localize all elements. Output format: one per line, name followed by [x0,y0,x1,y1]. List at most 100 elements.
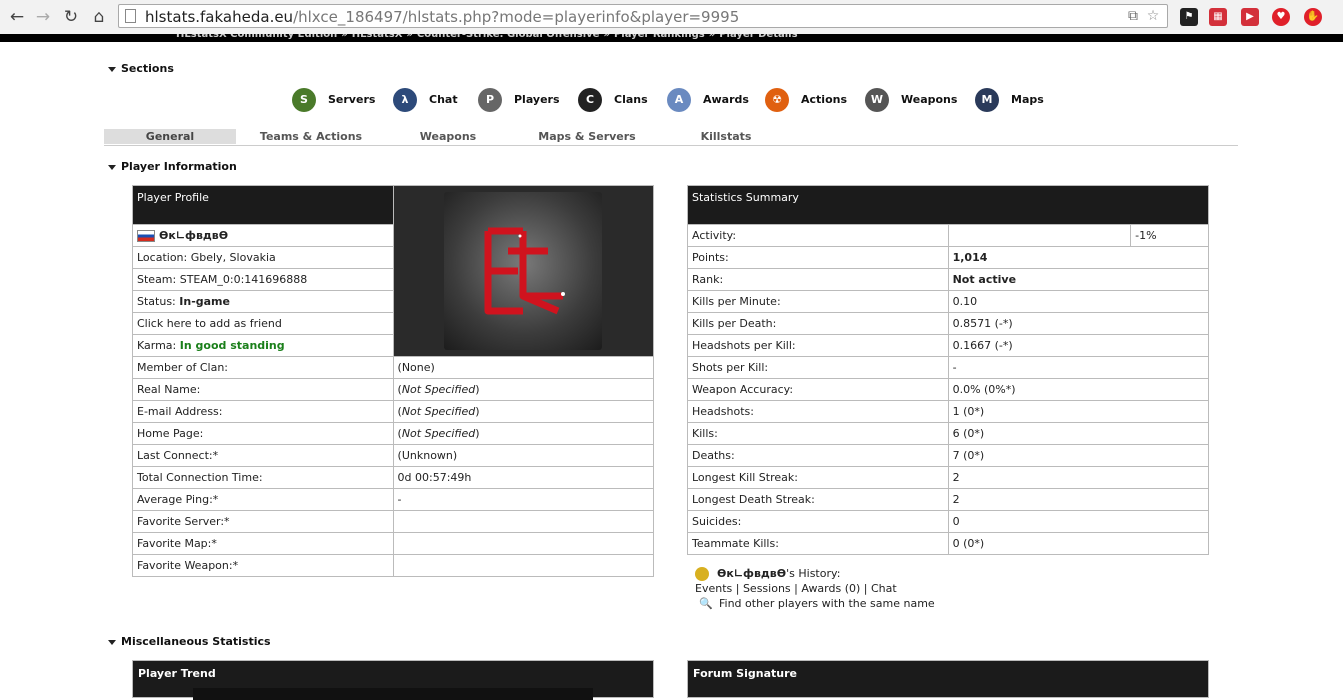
misc-stats-heading[interactable]: Miscellaneous Statistics [108,635,271,648]
summary-row-label: Longest Death Streak: [687,488,949,511]
player-trend-graph [193,688,593,700]
summary-row-value: - [947,356,1210,379]
breadcrumb-item[interactable]: HLstatsX [352,34,403,40]
history-link-events[interactable]: Events [695,582,732,595]
reload-icon[interactable]: ↻ [60,6,82,28]
nav-label: Clans [614,93,648,106]
profile-row-value: - [392,488,655,511]
summary-row-value: Not active [947,268,1210,291]
summary-row-label: Weapon Accuracy: [687,378,949,401]
table-row: Longest Death Streak: 2 [687,488,1210,511]
profile-row-label: Average Ping:* [132,488,394,511]
home-icon[interactable]: ⌂ [88,6,110,28]
extension-off-icon[interactable]: ⚑ [1180,8,1198,26]
table-row: Deaths: 7 (0*) [687,444,1210,467]
history-link-chat[interactable]: Chat [871,582,897,595]
bookmark-star-icon[interactable]: ☆ [1145,8,1161,24]
translate-icon[interactable]: ⧉ [1125,8,1141,24]
tab-maps-servers[interactable]: Maps & Servers [510,129,664,144]
find-other-players-link[interactable]: Find other players with the same name [719,597,935,610]
summary-row-value: 0.0% (0%*) [947,378,1210,401]
tab-weapons[interactable]: Weapons [386,129,510,144]
table-row: Kills per Minute: 0.10 [687,290,1210,313]
table-row: Headshots per Kill: 0.1667 (-*) [687,334,1210,357]
players-icon: P [478,88,502,112]
profile-header: Player Profile [132,185,394,225]
sections-heading[interactable]: Sections [108,62,174,75]
nav-label: Players [514,93,560,106]
summary-row-value: 0 [947,510,1210,533]
page-icon [125,9,136,23]
breadcrumb-item[interactable]: Player Details [719,34,797,40]
collapse-triangle-icon [108,66,116,72]
profile-row-label: Favorite Weapon:* [132,554,394,577]
summary-row-label: Longest Kill Streak: [687,466,949,489]
player-name: Ѳк∟фвдвѲ [132,224,394,247]
nav-label: Maps [1011,93,1044,106]
chat-icon: λ [393,88,417,112]
tab-general[interactable]: General [104,129,236,144]
activity-bar [947,224,1132,247]
nav-label: Servers [328,93,376,106]
table-row: Average Ping:* - [132,488,655,511]
weapons-icon: W [865,88,889,112]
table-row: Last Connect:* (Unknown) [132,444,655,467]
summary-row-value: 7 (0*) [947,444,1210,467]
summary-header: Statistics Summary [687,185,1209,225]
awards-icon: A [667,88,691,112]
breadcrumb-separator: » [341,34,348,40]
breadcrumb: HLstatsX Community Edition» HLstatsX» Coun… [0,34,1343,42]
add-friend-link[interactable]: Click here to add as friend [132,312,394,335]
forward-icon[interactable]: → [32,6,54,28]
servers-icon: S [292,88,316,112]
summary-row-value: 2 [947,466,1210,489]
history-link-sessions[interactable]: Sessions [743,582,791,595]
nav-label: Awards [703,93,749,106]
table-row: Real Name: (Not Specified) [132,378,655,401]
extension-hand-icon[interactable]: ✋ [1304,8,1322,26]
player-trend-panel: Player Trend [132,660,654,700]
back-icon[interactable]: ← [6,6,28,28]
profile-row-label: Last Connect:* [132,444,394,467]
summary-row-label: Suicides: [687,510,949,533]
summary-row-label: Deaths: [687,444,949,467]
address-bar[interactable]: hlstats.fakaheda.eu/hlxce_186497/hlstats… [118,4,1168,28]
summary-row-value: 0 (0*) [947,532,1210,555]
table-row: Suicides: 0 [687,510,1210,533]
table-row: Favorite Weapon:* [132,554,655,577]
avatar [444,192,603,350]
nav-label: Weapons [901,93,958,106]
profile-row-label: Real Name: [132,378,394,401]
breadcrumb-item[interactable]: HLstatsX Community Edition [176,34,337,40]
statistics-summary-table: Statistics Summary Activity: -1% Points:… [687,185,1210,555]
breadcrumb-separator: » [603,34,610,40]
breadcrumb-item[interactable]: Counter-Strike: Global Offensive [417,34,600,40]
extension-media-icon[interactable]: ▶ [1241,8,1259,26]
table-row: Total Connection Time: 0d 00:57:49h [132,466,655,489]
table-row: Teammate Kills: 0 (0*) [687,532,1210,555]
table-row: Favorite Server:* [132,510,655,533]
browser-toolbar: ← → ↻ ⌂ hlstats.fakaheda.eu/hlxce_186497… [0,0,1343,35]
breadcrumb-item[interactable]: Player Rankings [614,34,705,40]
summary-row-label: Headshots per Kill: [687,334,949,357]
player-status: Status: In-game [132,290,394,313]
player-info-heading[interactable]: Player Information [108,160,237,173]
avatar-cell [392,185,655,357]
profile-row-label: Total Connection Time: [132,466,394,489]
table-row: Shots per Kill: - [687,356,1210,379]
tab-teams-actions[interactable]: Teams & Actions [236,129,386,144]
activity-value: -1% [1130,224,1209,247]
history-link-awards[interactable]: Awards (0) [801,582,860,595]
table-row: Longest Kill Streak: 2 [687,466,1210,489]
profile-row-value: (None) [392,356,655,379]
summary-row-label: Shots per Kill: [687,356,949,379]
nav-label: Actions [801,93,847,106]
maps-icon: M [975,88,999,112]
extension-heart-icon[interactable]: ♥ [1272,8,1290,26]
extension-calendar-icon[interactable]: ▦ [1209,8,1227,26]
table-row: Home Page: (Not Specified) [132,422,655,445]
player-profile-table: Player Profile Ѳк∟фвдвѲ Location: Gbely,… [132,185,655,577]
tab-killstats[interactable]: Killstats [664,129,788,144]
link-separator: | [732,582,743,595]
table-row: E-mail Address: (Not Specified) [132,400,655,423]
